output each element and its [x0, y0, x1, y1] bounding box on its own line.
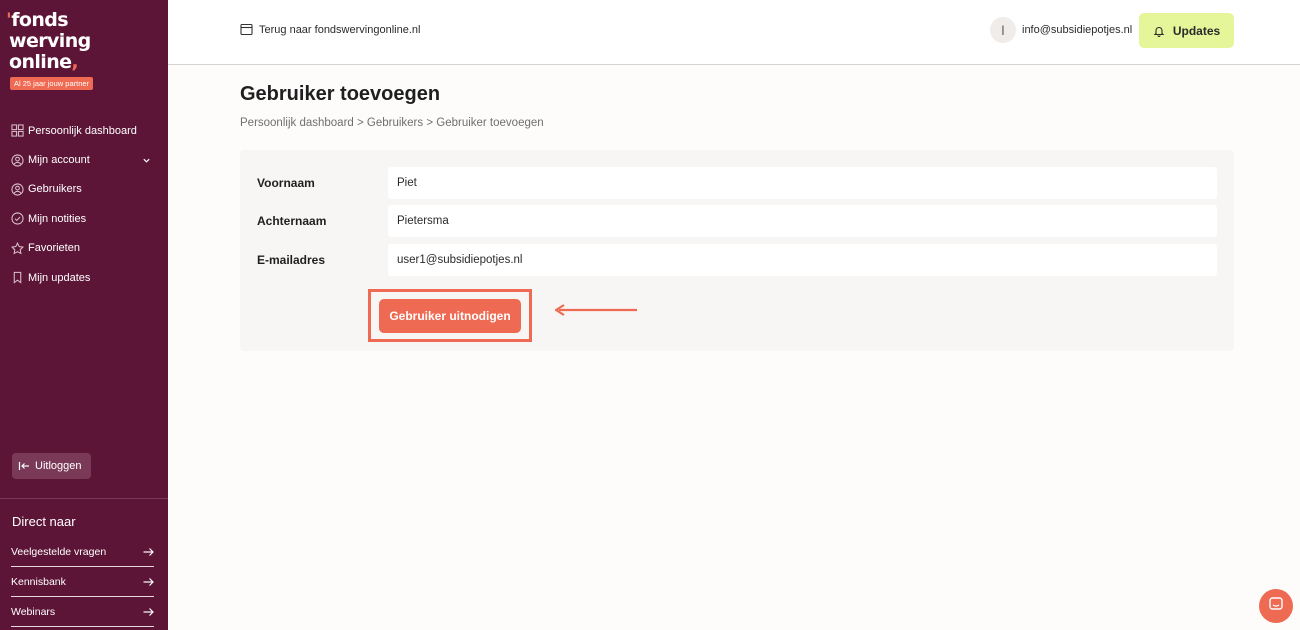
lastname-label: Achternaam [257, 214, 327, 228]
direct-link-faq[interactable]: Veelgestelde vragen [11, 537, 154, 567]
logout-icon [18, 460, 30, 472]
updates-label: Updates [1172, 23, 1221, 38]
logo-text-1: fonds [11, 9, 68, 31]
direct-link-kennisbank[interactable]: Kennisbank [11, 567, 154, 597]
form-row-email: E-mailadres [257, 244, 1217, 276]
dashboard-icon [11, 124, 24, 137]
logo[interactable]: 'fonds werving online, Al 25 jaar jouw p… [6, 9, 94, 91]
breadcrumb: Persoonlijk dashboard > Gebruikers > Geb… [240, 117, 544, 129]
users-icon [11, 183, 24, 196]
user-menu[interactable]: I info@subsidiepotjes.nl [990, 17, 1132, 43]
back-to-site-link[interactable]: Terug naar fondswervingonline.nl [240, 23, 420, 36]
logo-text-3: online [9, 51, 72, 73]
chevron-down-icon[interactable] [142, 155, 152, 165]
user-email: info@subsidiepotjes.nl [1022, 24, 1133, 36]
firstname-input[interactable] [388, 167, 1217, 199]
form-row-firstname: Voornaam [257, 167, 1217, 199]
sidebar-item-label: Gebruikers [28, 183, 82, 196]
logo-text-2: werving [9, 30, 91, 52]
firstname-label: Voornaam [257, 176, 315, 190]
direct-link-label: Kennisbank [11, 575, 66, 588]
chat-icon [1268, 596, 1284, 617]
sidebar-divider [0, 498, 168, 499]
arrow-right-icon [143, 607, 154, 617]
sidebar-item-dashboard[interactable]: Persoonlijk dashboard [0, 116, 168, 145]
sidebar-item-notes[interactable]: Mijn notities [0, 204, 168, 233]
user-circle-icon [11, 153, 24, 167]
browser-window-icon [240, 23, 253, 36]
avatar: I [990, 17, 1016, 43]
pointer-arrow-icon [554, 304, 637, 316]
page-title: Gebruiker toevoegen [240, 83, 441, 105]
logout-button[interactable]: Uitloggen [12, 453, 91, 479]
logout-label: Uitloggen [35, 460, 82, 472]
lastname-input[interactable] [388, 205, 1217, 237]
direct-links-list: Veelgestelde vragen Kennisbank Webinars [11, 537, 154, 627]
sidebar-item-label: Mijn notities [28, 212, 87, 225]
logo-badge: Al 25 jaar jouw partner [10, 77, 94, 90]
sidebar-item-account[interactable]: Mijn account [0, 145, 168, 174]
sidebar-item-label: Persoonlijk dashboard [28, 124, 137, 137]
form-row-lastname: Achternaam [257, 205, 1217, 237]
check-circle-icon [11, 212, 24, 225]
bookmark-icon [11, 271, 24, 284]
sidebar-item-label: Mijn updates [28, 271, 91, 284]
top-header: Terug naar fondswervingonline.nl I info@… [168, 0, 1300, 65]
sidebar-item-label: Mijn account [28, 154, 90, 167]
sidebar-item-favorites[interactable]: Favorieten [0, 234, 168, 263]
chat-launcher-button[interactable] [1259, 589, 1293, 623]
updates-button[interactable]: Updates [1139, 13, 1234, 48]
sidebar: 'fonds werving online, Al 25 jaar jouw p… [0, 0, 168, 630]
arrow-right-icon [143, 577, 154, 587]
bell-icon [1153, 25, 1165, 37]
invite-user-button[interactable]: Gebruiker uitnodigen [379, 299, 521, 333]
email-input[interactable] [388, 244, 1217, 276]
star-icon [11, 241, 24, 255]
direct-link-label: Webinars [11, 605, 56, 618]
direct-link-webinars[interactable]: Webinars [11, 597, 154, 627]
arrow-right-icon [143, 547, 154, 557]
back-link-label: Terug naar fondswervingonline.nl [259, 23, 421, 36]
direct-naar-heading: Direct naar [12, 514, 76, 529]
sidebar-item-users[interactable]: Gebruikers [0, 175, 168, 204]
direct-link-label: Veelgestelde vragen [11, 545, 107, 558]
email-label: E-mailadres [257, 253, 326, 267]
sidebar-item-label: Favorieten [28, 242, 80, 255]
sidebar-nav: Persoonlijk dashboard Mijn account Gebru… [0, 116, 168, 292]
sidebar-item-updates[interactable]: Mijn updates [0, 263, 168, 292]
